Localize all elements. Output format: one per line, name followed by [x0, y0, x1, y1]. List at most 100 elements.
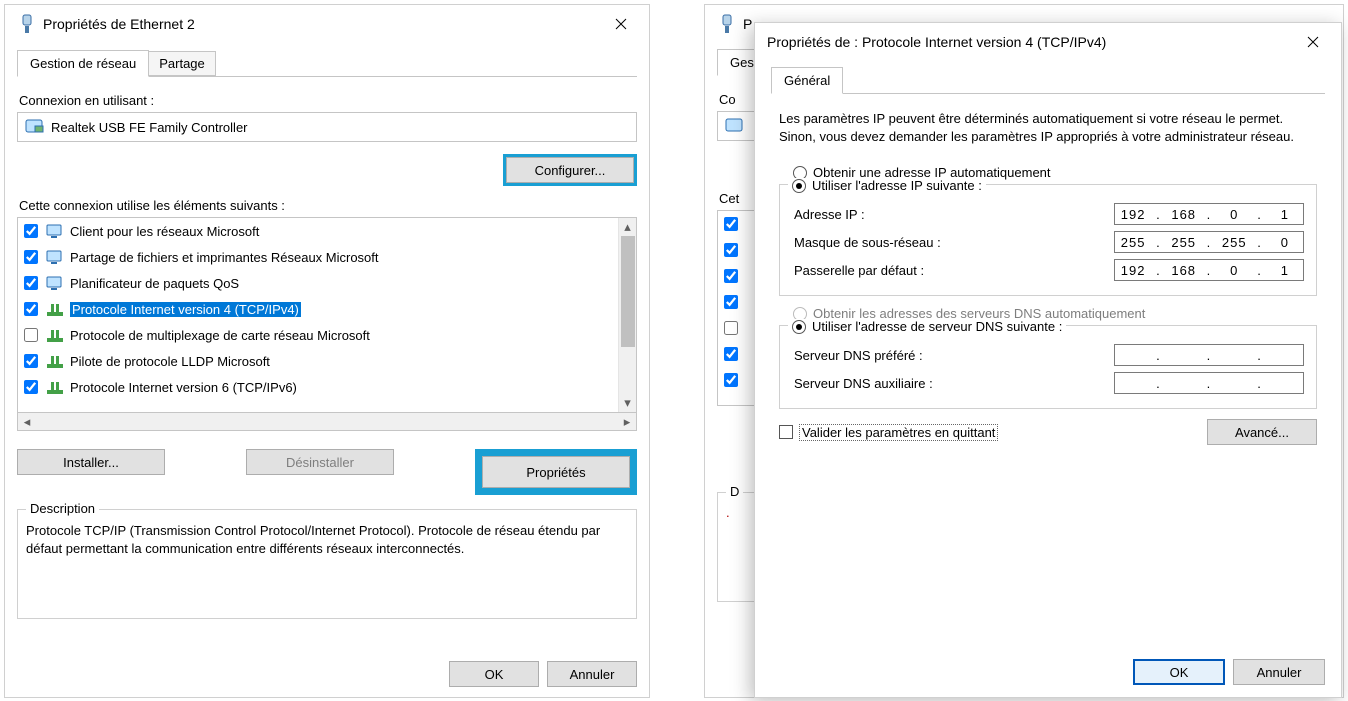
checkbox-icon: [779, 425, 793, 439]
tab-network[interactable]: Gestion de réseau: [17, 50, 149, 77]
item-label: Pilote de protocole LLDP Microsoft: [70, 354, 270, 369]
list-item[interactable]: Client pour les réseaux Microsoft: [18, 218, 618, 244]
item-checkbox: [724, 321, 738, 335]
ipv4-intro: Les paramètres IP peuvent être déterminé…: [779, 110, 1317, 145]
item-checkbox: [724, 295, 738, 309]
item-checkbox[interactable]: [24, 354, 38, 368]
gateway-label: Passerelle par défaut :: [794, 263, 1114, 278]
ethernet-tabs: Gestion de réseau Partage: [17, 49, 637, 77]
dns-manual-label: Utiliser l'adresse de serveur DNS suivan…: [812, 319, 1062, 334]
component-icon: [46, 326, 64, 344]
item-checkbox[interactable]: [24, 224, 38, 238]
subnet-mask-label: Masque de sous-réseau :: [794, 235, 1114, 250]
component-icon: [46, 274, 64, 292]
list-item[interactable]: Protocole de multiplexage de carte résea…: [18, 322, 618, 348]
ip-manual-group: Utiliser l'adresse IP suivante : Adresse…: [779, 184, 1317, 296]
item-checkbox: [724, 373, 738, 387]
uninstall-button: Désinstaller: [246, 449, 394, 475]
dns-pref-input[interactable]: ...: [1114, 344, 1304, 366]
dns-alt-input[interactable]: ...: [1114, 372, 1304, 394]
item-label: Protocole de multiplexage de carte résea…: [70, 328, 370, 343]
radio-icon: [792, 179, 806, 193]
configure-button[interactable]: Configurer...: [506, 157, 634, 183]
item-checkbox[interactable]: [24, 302, 38, 316]
ip-manual-radio-row[interactable]: Utiliser l'adresse IP suivante :: [788, 178, 986, 193]
list-item[interactable]: Protocole Internet version 4 (TCP/IPv4): [18, 296, 618, 322]
close-button[interactable]: [1291, 27, 1335, 57]
configure-highlight: Configurer...: [503, 154, 637, 186]
dns-alt-label: Serveur DNS auxiliaire :: [794, 376, 1114, 391]
dns-manual-radio-row[interactable]: Utiliser l'adresse de serveur DNS suivan…: [788, 319, 1066, 334]
scroll-down-icon[interactable]: ▾: [619, 394, 637, 412]
tab-general[interactable]: Général: [771, 67, 843, 94]
ethernet-title: Propriétés de Ethernet 2: [43, 16, 599, 32]
gateway-input[interactable]: 192.168.0.1: [1114, 259, 1304, 281]
ok-button[interactable]: OK: [449, 661, 539, 687]
subnet-mask-input[interactable]: 255.255.255.0: [1114, 231, 1304, 253]
item-label: Client pour les réseaux Microsoft: [70, 224, 259, 239]
item-checkbox: [724, 347, 738, 361]
ok-button[interactable]: OK: [1133, 659, 1225, 685]
component-icon: [46, 352, 64, 370]
item-checkbox: [724, 217, 738, 231]
dns-pref-label: Serveur DNS préféré :: [794, 348, 1114, 363]
item-checkbox[interactable]: [24, 328, 38, 342]
list-hscroll[interactable]: ◂ ▸: [17, 413, 637, 431]
properties-button[interactable]: Propriétés: [482, 456, 630, 488]
ipv4-properties-window: Propriétés de : Protocole Internet versi…: [754, 22, 1342, 698]
item-label: Partage de fichiers et imprimantes Résea…: [70, 250, 379, 265]
ip-address-input[interactable]: 192.168.0.1: [1114, 203, 1304, 225]
components-label: Cette connexion utilise les éléments sui…: [19, 198, 637, 213]
ethernet-titlebar: Propriétés de Ethernet 2: [5, 5, 649, 43]
validate-label: Valider les paramètres en quittant: [799, 424, 998, 441]
radio-icon: [792, 320, 806, 334]
nic-icon: [725, 117, 745, 135]
ip-manual-label: Utiliser l'adresse IP suivante :: [812, 178, 982, 193]
item-checkbox[interactable]: [24, 380, 38, 394]
nic-icon: [25, 118, 45, 136]
item-label: Protocole Internet version 4 (TCP/IPv4): [70, 302, 301, 317]
ipv4-tabs: Général: [771, 67, 1325, 94]
ipv4-title: Propriétés de : Protocole Internet versi…: [767, 34, 1291, 50]
description-legend: Description: [26, 501, 99, 516]
scroll-left-icon[interactable]: ◂: [18, 413, 36, 431]
list-item[interactable]: Protocole Internet version 6 (TCP/IPv6): [18, 374, 618, 400]
cancel-button[interactable]: Annuler: [1233, 659, 1325, 685]
component-icon: [46, 378, 64, 396]
bg-desc-legend: D: [726, 484, 743, 499]
component-icon: [46, 248, 64, 266]
ethernet-properties-window: Propriétés de Ethernet 2 Gestion de rése…: [4, 4, 650, 698]
list-item[interactable]: Planificateur de paquets QoS: [18, 270, 618, 296]
adapter-box: Realtek USB FE Family Controller: [17, 112, 637, 142]
ipv4-titlebar: Propriétés de : Protocole Internet versi…: [755, 23, 1341, 61]
item-checkbox: [724, 269, 738, 283]
item-checkbox[interactable]: [24, 276, 38, 290]
list-scrollbar[interactable]: ▴ ▾: [618, 218, 636, 412]
item-label: Planificateur de paquets QoS: [70, 276, 239, 291]
components-list[interactable]: Client pour les réseaux Microsoft Partage…: [17, 217, 637, 413]
list-item[interactable]: Partage de fichiers et imprimantes Résea…: [18, 244, 618, 270]
install-button[interactable]: Installer...: [17, 449, 165, 475]
item-checkbox[interactable]: [24, 250, 38, 264]
close-button[interactable]: [599, 9, 643, 39]
tab-sharing[interactable]: Partage: [148, 51, 216, 76]
scroll-right-icon[interactable]: ▸: [618, 413, 636, 431]
validate-checkbox-row[interactable]: Valider les paramètres en quittant: [779, 424, 998, 441]
ip-address-label: Adresse IP :: [794, 207, 1114, 222]
scroll-up-icon[interactable]: ▴: [619, 218, 637, 236]
properties-highlight: Propriétés: [475, 449, 637, 495]
item-label: Protocole Internet version 6 (TCP/IPv6): [70, 380, 297, 395]
component-icon: [46, 300, 64, 318]
scroll-thumb[interactable]: [621, 236, 635, 347]
advanced-button[interactable]: Avancé...: [1207, 419, 1317, 445]
dns-manual-group: Utiliser l'adresse de serveur DNS suivan…: [779, 325, 1317, 409]
connect-using-label: Connexion en utilisant :: [19, 93, 637, 108]
network-adapter-icon: [717, 14, 737, 34]
adapter-name: Realtek USB FE Family Controller: [51, 120, 248, 135]
network-adapter-icon: [17, 14, 37, 34]
list-item[interactable]: Pilote de protocole LLDP Microsoft: [18, 348, 618, 374]
description-text: Protocole TCP/IP (Transmission Control P…: [26, 522, 628, 557]
component-icon: [46, 222, 64, 240]
item-checkbox: [724, 243, 738, 257]
cancel-button[interactable]: Annuler: [547, 661, 637, 687]
